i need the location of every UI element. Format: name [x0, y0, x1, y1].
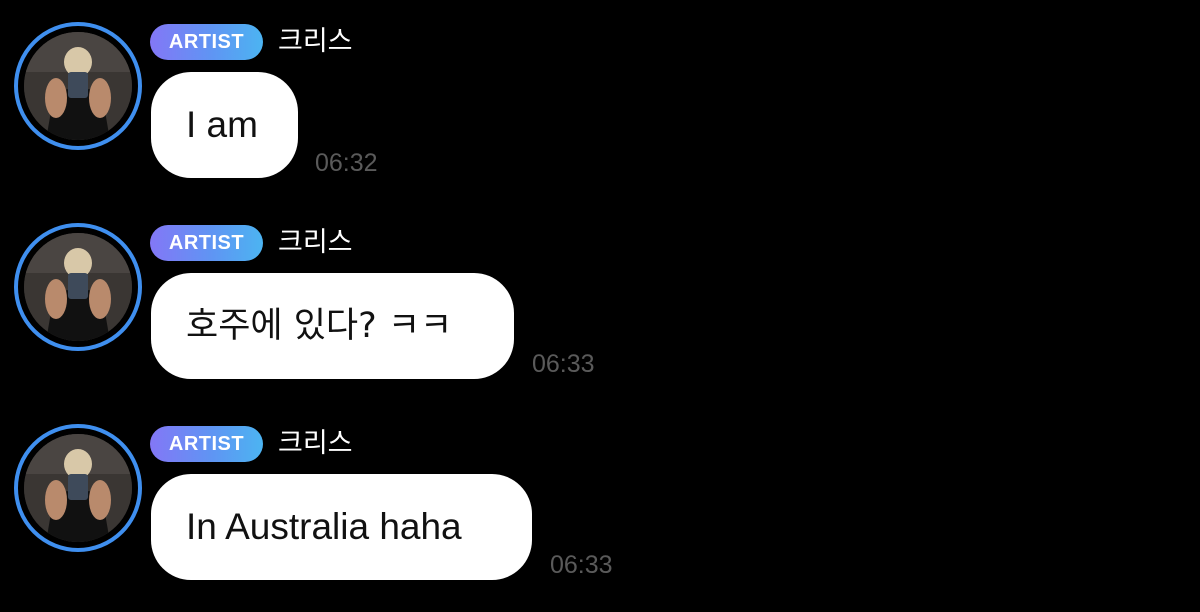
message-bubble[interactable]: In Australia haha — [151, 474, 532, 580]
avatar[interactable] — [14, 424, 142, 552]
sender-name[interactable]: 크리스 — [278, 424, 353, 464]
message-bubble[interactable]: 호주에 있다? ㅋㅋ — [151, 273, 514, 379]
avatar[interactable] — [14, 22, 142, 150]
avatar-photo-icon — [24, 233, 132, 341]
message-timestamp: 06:33 — [550, 551, 613, 579]
artist-badge: ARTIST — [150, 225, 263, 261]
message-timestamp: 06:33 — [532, 350, 595, 378]
chat-message: ARTIST 크리스 호주에 있다? ㅋㅋ 06:33 — [0, 221, 1200, 411]
avatar-photo-icon — [24, 32, 132, 140]
chat-message: ARTIST 크리스 I am 06:32 — [0, 20, 1200, 210]
avatar-photo-icon — [24, 434, 132, 542]
message-bubble[interactable]: I am — [151, 72, 298, 178]
sender-name[interactable]: 크리스 — [278, 22, 353, 62]
avatar[interactable] — [14, 223, 142, 351]
chat-feed: ARTIST 크리스 I am 06:32 ARTIST 크리스 호주에 있다?… — [0, 0, 1200, 603]
chat-message: ARTIST 크리스 In Australia haha 06:33 — [0, 422, 1200, 612]
sender-name[interactable]: 크리스 — [278, 223, 353, 263]
message-timestamp: 06:32 — [315, 149, 378, 177]
artist-badge: ARTIST — [150, 24, 263, 60]
artist-badge: ARTIST — [150, 426, 263, 462]
